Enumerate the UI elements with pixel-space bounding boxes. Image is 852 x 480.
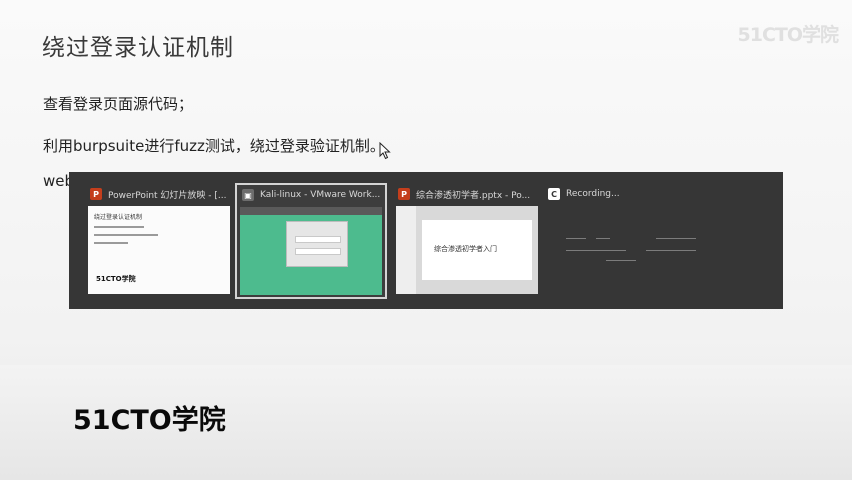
brand-logo: 51CTO学院 [73, 405, 226, 436]
thumbnail-slide-panel [396, 206, 416, 294]
slide-title: 绕过登录认证机制 [42, 35, 234, 61]
window-thumbnail: 绕过登录认证机制 51CTO学院 [88, 206, 230, 294]
thumbnail-dash [566, 250, 626, 251]
thumbnail-field [295, 248, 341, 255]
window-thumbnail [546, 206, 710, 294]
recording-icon: C [548, 188, 560, 200]
bullet-burpsuite-fuzz: 利用burpsuite进行fuzz测试，绕过登录验证机制。 [43, 137, 385, 155]
task-window-powerpoint-slideshow[interactable]: P PowerPoint 幻灯片放映 - [... 绕过登录认证机制 51CTO… [85, 184, 233, 296]
thumbnail-logo: 51CTO学院 [96, 275, 136, 283]
task-window-label: PowerPoint 幻灯片放映 - [... [108, 190, 227, 201]
thumbnail-text-line [94, 226, 144, 228]
brand-watermark: 51CTO学院 [737, 24, 839, 46]
task-window-pptx[interactable]: P 综合渗透初学者.pptx - Po... 综合渗透初学者入门 [393, 184, 541, 296]
thumbnail-dash [566, 238, 586, 239]
task-window-label: Recording... [566, 189, 620, 199]
thumbnail-text-line [94, 234, 158, 236]
window-thumbnail: 综合渗透初学者入门 [396, 206, 538, 294]
thumbnail-login-dialog [286, 221, 348, 267]
task-window-label: Kali-linux - VMware Work... [260, 190, 381, 200]
powerpoint-icon: P [90, 188, 102, 200]
bullet-view-source: 查看登录页面源代码； [43, 95, 194, 113]
thumbnail-title: 绕过登录认证机制 [94, 214, 143, 221]
thumbnail-text-line [94, 242, 128, 244]
task-window-vmware-selected[interactable]: ▣ Kali-linux - VMware Work... [235, 183, 387, 299]
thumbnail-field [295, 236, 341, 243]
vmware-icon: ▣ [242, 189, 254, 201]
task-switcher: P PowerPoint 幻灯片放映 - [... 绕过登录认证机制 51CTO… [69, 172, 783, 309]
thumbnail-dash [646, 250, 696, 251]
thumbnail-dash [596, 238, 610, 239]
thumbnail-dash [606, 260, 636, 261]
thumbnail-toolbar [240, 207, 382, 215]
thumbnail-slide-text: 综合渗透初学者入门 [434, 245, 497, 253]
powerpoint-icon: P [398, 188, 410, 200]
thumbnail-dash [656, 238, 696, 239]
window-thumbnail [240, 207, 382, 295]
task-window-label: 综合渗透初学者.pptx - Po... [416, 190, 531, 201]
thumbnail-slide: 综合渗透初学者入门 [422, 220, 532, 280]
task-window-recording[interactable]: C Recording... [543, 184, 713, 296]
